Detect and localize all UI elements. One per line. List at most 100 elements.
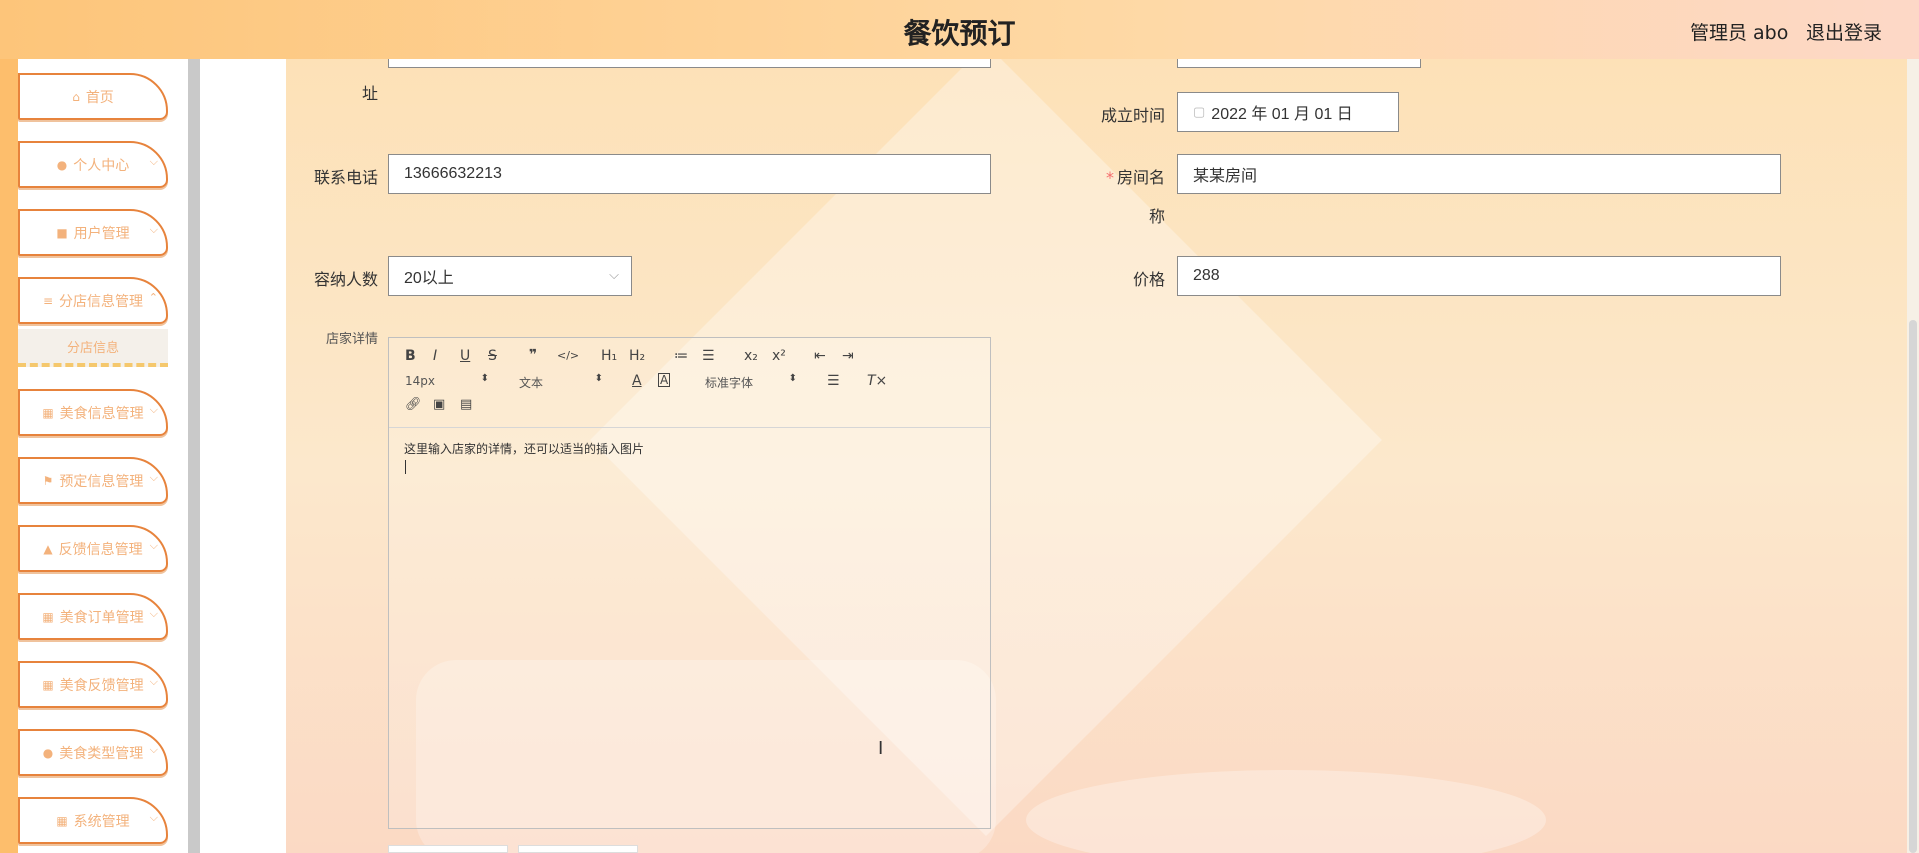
underline-icon[interactable]: U	[460, 348, 470, 364]
text-caret	[405, 460, 406, 474]
sidebar-scrollbar[interactable]	[188, 59, 200, 853]
italic-icon[interactable]: I	[433, 348, 437, 364]
sidebar-item-label: 预定信息管理	[59, 473, 144, 490]
font-family-select[interactable]: 标准字体 ⬍	[705, 373, 797, 391]
sidebar-item-label: 首页	[85, 89, 114, 106]
price-value: 288	[1193, 267, 1220, 284]
strikethrough-icon[interactable]: S	[488, 348, 497, 364]
sidebar: ⌂ 首页 ● 个人中心 ⌵ ■ 用户管理 ⌵ ≡ 分店信息管理 ⌃ 分店信息 ▦…	[18, 59, 188, 853]
location-icon: ●	[42, 745, 54, 760]
capacity-value: 20以上	[404, 270, 454, 287]
text-type-select[interactable]: 文本 ⬍	[519, 373, 603, 391]
text-type-value: 文本	[519, 376, 544, 390]
align-icon[interactable]: ☰	[827, 373, 840, 389]
updown-icon: ⬍	[788, 373, 797, 384]
list-icon: ≡	[42, 293, 54, 308]
room-name-input[interactable]: 某某房间	[1177, 154, 1781, 194]
top-header: 餐饮预订 管理员 abo 退出登录	[0, 0, 1919, 59]
monitor-icon: ■	[56, 225, 68, 240]
sidebar-item-label: 分店信息管理	[59, 293, 144, 310]
heading2-icon[interactable]: H₂	[629, 348, 645, 364]
decorative-platform	[1026, 770, 1546, 853]
sidebar-item-personal-center[interactable]: ● 个人中心 ⌵	[18, 141, 168, 188]
current-user: 管理员 abo	[1690, 22, 1789, 44]
founded-date-value: 2022 年 01 月 01 日	[1211, 106, 1353, 123]
sidebar-item-system-management[interactable]: ▦ 系统管理 ⌵	[18, 797, 168, 844]
phone-value: 13666632213	[404, 165, 502, 182]
address-label-tail: 址	[361, 84, 378, 103]
calendar-icon: ▢	[1193, 104, 1206, 119]
chevron-down-icon: ⌵	[149, 743, 158, 756]
sidebar-item-label: 反馈信息管理	[58, 541, 143, 558]
code-icon[interactable]: </>	[557, 349, 579, 362]
founded-date-input[interactable]: ▢ 2022 年 01 月 01 日	[1177, 92, 1399, 132]
cancel-button[interactable]	[518, 845, 638, 853]
heading1-icon[interactable]: H₁	[601, 348, 617, 364]
sidebar-item-user-management[interactable]: ■ 用户管理 ⌵	[18, 209, 168, 256]
chevron-down-icon: ⌵	[149, 811, 158, 824]
sidebar-subitem-branch-info[interactable]: 分店信息	[18, 329, 168, 367]
price-input[interactable]: 288	[1177, 256, 1781, 296]
phone-input[interactable]: 13666632213	[388, 154, 991, 194]
clear-format-icon[interactable]: T×	[867, 373, 887, 389]
sidebar-item-food-type-management[interactable]: ● 美食类型管理 ⌵	[18, 729, 168, 776]
outdent-icon[interactable]: ⇤	[814, 348, 826, 364]
updown-icon: ⬍	[480, 373, 489, 384]
bold-icon[interactable]: B	[405, 348, 416, 364]
font-color-icon[interactable]: A	[632, 373, 642, 389]
submit-button[interactable]	[388, 845, 508, 853]
sidebar-item-label: 美食反馈管理	[59, 677, 144, 694]
font-family-value: 标准字体	[705, 376, 754, 390]
sidebar-item-label: 系统管理	[73, 813, 130, 830]
bullet-list-icon[interactable]: ☰	[702, 348, 715, 364]
image-icon[interactable]: ▣	[433, 397, 445, 412]
phone-label: 联系电话	[313, 168, 378, 187]
room-name-label-text: 房间名	[1116, 168, 1165, 187]
indent-icon[interactable]: ⇥	[842, 348, 854, 364]
stamp-icon: ▲	[43, 541, 53, 556]
superscript-icon[interactable]: x²	[772, 348, 786, 364]
sidebar-item-food-order-management[interactable]: ▦ 美食订单管理 ⌵	[18, 593, 168, 640]
editor-toolbar: B I U S ❞ </> H₁ H₂ ≔ ☰ x₂ x² ⇤ ⇥ 14px ⬍…	[389, 338, 990, 428]
mouse-cursor-ibeam: I	[878, 738, 884, 759]
details-label: 店家详情	[325, 332, 378, 347]
chevron-down-icon: ⌵	[149, 539, 158, 552]
sidebar-edge	[0, 0, 18, 853]
page-scrollbar[interactable]	[1907, 0, 1919, 853]
person-icon: ●	[56, 157, 68, 172]
sidebar-item-home[interactable]: ⌂ 首页	[18, 73, 168, 120]
link-icon[interactable]: 🔗︎	[405, 397, 422, 412]
founded-label: 成立时间	[1100, 106, 1165, 125]
home-icon: ⌂	[72, 89, 80, 104]
video-icon[interactable]: ▤	[460, 397, 472, 412]
chevron-down-icon: ⌵	[149, 675, 158, 688]
blockquote-icon[interactable]: ❞	[529, 347, 537, 363]
room-name-label-cont: 称	[1148, 207, 1165, 226]
grid-icon: ▦	[56, 813, 68, 828]
capacity-select[interactable]: 20以上 ⌵	[388, 256, 632, 296]
sidebar-item-label: 美食类型管理	[59, 745, 144, 762]
room-name-label: * 房间名	[1080, 164, 1165, 188]
sidebar-item-branch-management[interactable]: ≡ 分店信息管理 ⌃	[18, 277, 168, 324]
sidebar-item-food-management[interactable]: ▦ 美食信息管理 ⌵	[18, 389, 168, 436]
sidebar-item-label: 美食订单管理	[59, 609, 144, 626]
chevron-down-icon: ⌵	[149, 223, 158, 236]
logout-link[interactable]: 退出登录	[1806, 18, 1882, 45]
subscript-icon[interactable]: x₂	[744, 348, 758, 364]
page-scrollbar-thumb[interactable]	[1909, 320, 1917, 853]
sidebar-item-reservation-management[interactable]: ⚑ 预定信息管理 ⌵	[18, 457, 168, 504]
grid-icon: ▦	[42, 405, 54, 420]
font-size-select[interactable]: 14px ⬍	[405, 373, 489, 388]
grid-icon: ▦	[42, 677, 54, 692]
sidebar-item-label: 个人中心	[73, 157, 130, 174]
sidebar-item-label: 用户管理	[73, 225, 130, 242]
background-color-icon[interactable]: A	[658, 373, 671, 387]
ordered-list-icon[interactable]: ≔	[674, 348, 688, 364]
rich-text-editor[interactable]: B I U S ❞ </> H₁ H₂ ≔ ☰ x₂ x² ⇤ ⇥ 14px ⬍…	[388, 337, 991, 829]
required-marker: *	[1105, 168, 1114, 187]
editor-content[interactable]: 这里输入店家的详情，还可以适当的插入图片	[404, 440, 644, 457]
sidebar-item-food-feedback-management[interactable]: ▦ 美食反馈管理 ⌵	[18, 661, 168, 708]
sidebar-item-feedback-management[interactable]: ▲ 反馈信息管理 ⌵	[18, 525, 168, 572]
font-size-value: 14px	[405, 374, 435, 388]
flag-icon: ⚑	[42, 473, 54, 488]
